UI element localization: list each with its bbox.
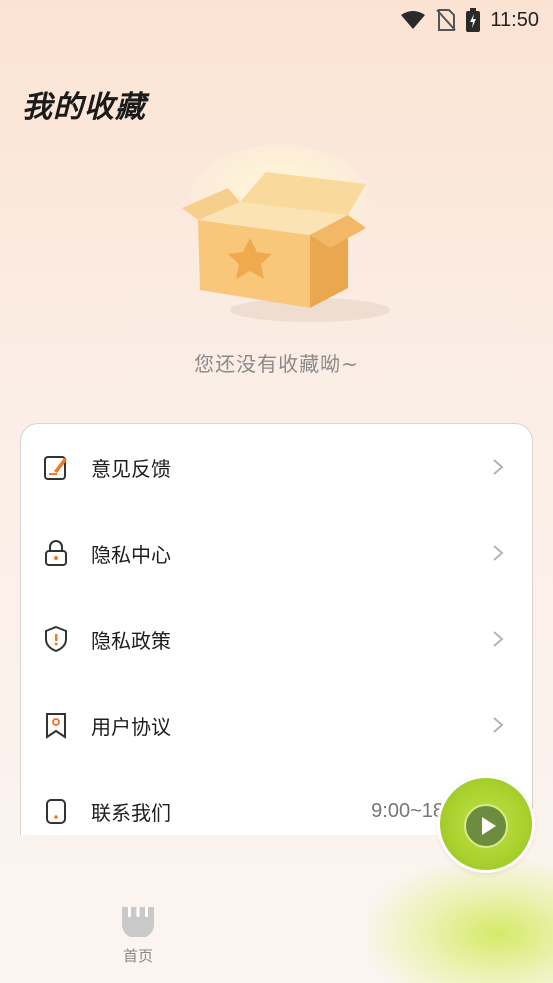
menu-item-label: 隐私中心 <box>91 542 171 567</box>
wifi-icon <box>401 11 426 29</box>
bookmark-icon <box>46 713 66 739</box>
menu-item-privacy-center[interactable]: 隐私中心 <box>21 510 532 596</box>
menu-item-label: 隐私政策 <box>91 628 171 653</box>
shield-icon <box>45 625 67 653</box>
menu-item-label: 意见反馈 <box>91 456 171 481</box>
chevron-right-icon <box>493 631 504 647</box>
settings-menu-card: 意见反馈 隐私中心 隐私政策 用户协议 联系我们 9:00~18 <box>20 423 533 835</box>
chevron-right-icon <box>493 459 504 475</box>
battery-charging-icon <box>466 8 481 32</box>
menu-item-privacy-policy[interactable]: 隐私政策 <box>21 596 532 682</box>
bottom-nav: 首页 <box>0 835 553 983</box>
feedback-icon <box>44 456 67 480</box>
empty-message: 您还没有收藏呦~ <box>194 352 359 376</box>
service-hours: 9:00~18 <box>371 799 444 822</box>
page-title: 我的收藏 <box>22 90 146 125</box>
home-icon <box>122 907 154 939</box>
menu-item-user-agreement[interactable]: 用户协议 <box>21 682 532 768</box>
chevron-right-icon <box>493 717 504 733</box>
menu-item-label: 用户协议 <box>91 714 171 739</box>
lock-icon <box>45 540 67 566</box>
nav-tab-home-label: 首页 <box>122 947 153 965</box>
empty-box-illustration <box>182 145 390 322</box>
status-bar: 11:50 <box>0 0 553 40</box>
nav-tab-home[interactable]: 首页 <box>110 905 166 975</box>
chevron-right-icon <box>493 545 504 561</box>
status-time: 11:50 <box>490 8 539 31</box>
menu-item-feedback[interactable]: 意见反馈 <box>21 424 532 510</box>
phone-icon <box>46 799 66 824</box>
no-sim-icon <box>436 9 457 31</box>
menu-item-label: 联系我们 <box>91 800 171 825</box>
